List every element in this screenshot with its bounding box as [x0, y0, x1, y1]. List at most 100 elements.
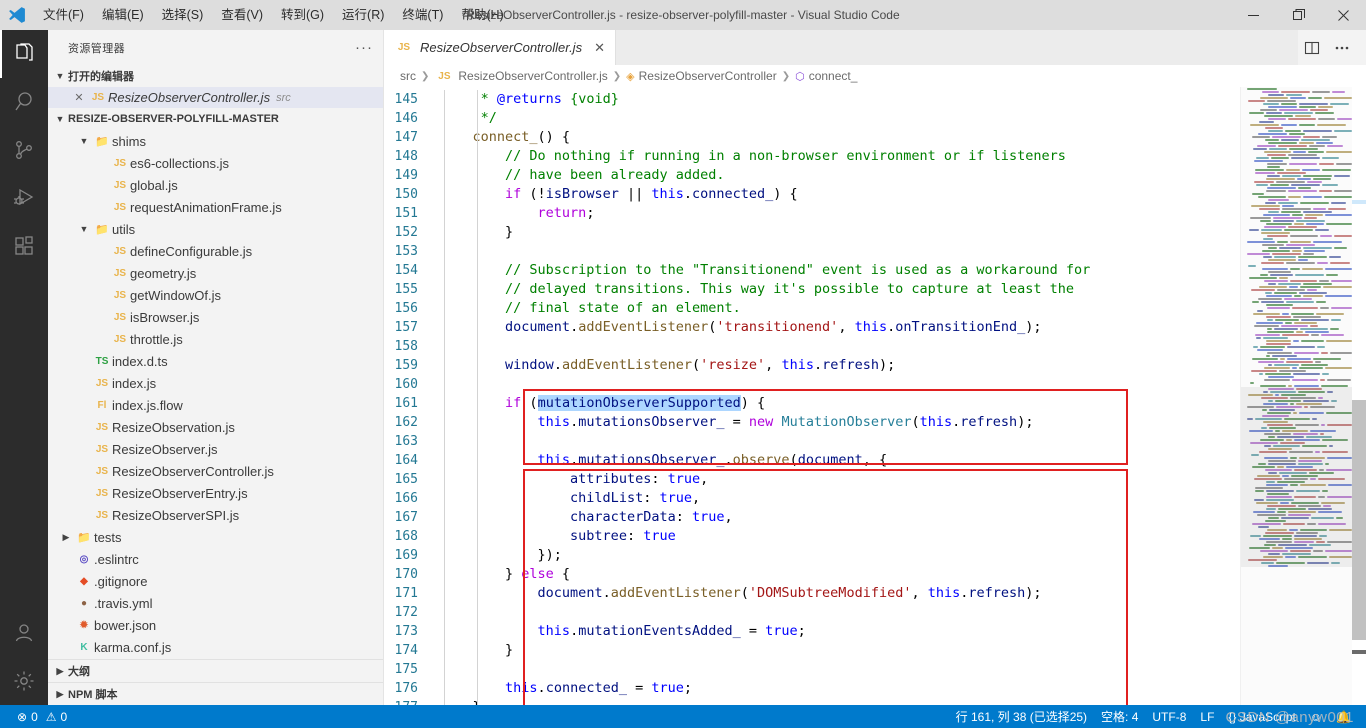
status-indentation[interactable]: 空格: 4: [1094, 705, 1145, 728]
code-line[interactable]: // final state of an element.: [440, 299, 1240, 318]
file-tree-item[interactable]: JS isBrowser.js: [48, 306, 383, 328]
code-line[interactable]: // Do nothing if running in a non-browse…: [440, 147, 1240, 166]
breadcrumb-item-file[interactable]: JS ResizeObserverController.js: [434, 69, 608, 83]
code-line[interactable]: // have been already added.: [440, 166, 1240, 185]
activity-run-debug-icon[interactable]: [0, 174, 48, 222]
chevron-down-icon[interactable]: ▼: [76, 136, 92, 146]
file-tree-item[interactable]: JS ResizeObserverSPI.js: [48, 504, 383, 526]
file-tree-item[interactable]: ● .travis.yml: [48, 592, 383, 614]
file-tree-item[interactable]: Kkarma.conf.js: [48, 636, 383, 658]
code-line[interactable]: this.mutationsObserver_ = new MutationOb…: [440, 413, 1240, 432]
menu-edit[interactable]: 编辑(E): [93, 0, 153, 30]
sidebar-more-actions-icon[interactable]: ···: [355, 40, 373, 55]
breadcrumb-item-method[interactable]: ⬡ connect_: [795, 69, 857, 83]
section-project-root[interactable]: ▼ RESIZE-OBSERVER-POLYFILL-MASTER: [48, 108, 383, 130]
activity-source-control-icon[interactable]: [0, 126, 48, 174]
code-line[interactable]: [440, 603, 1240, 622]
code-line[interactable]: if (!isBrowser || this.connected_) {: [440, 185, 1240, 204]
tab-resize-observer-controller[interactable]: JS ResizeObserverController.js ✕: [384, 30, 616, 65]
close-icon[interactable]: ✕: [70, 91, 88, 104]
activity-extensions-icon[interactable]: [0, 222, 48, 270]
code-line[interactable]: return;: [440, 204, 1240, 223]
file-tree-item[interactable]: JS ResizeObservation.js: [48, 416, 383, 438]
file-tree-item[interactable]: ▶ 📁 tests: [48, 526, 383, 548]
code-content[interactable]: * @returns {void} */ connect_() { // Do …: [440, 87, 1240, 705]
file-tree-item[interactable]: JS ResizeObserverEntry.js: [48, 482, 383, 504]
chevron-right-icon[interactable]: ▶: [58, 532, 74, 543]
activity-explorer-icon[interactable]: [0, 30, 48, 78]
ellipsis-icon[interactable]: [1328, 30, 1356, 65]
file-tree-item[interactable]: JS requestAnimationFrame.js: [48, 196, 383, 218]
close-button[interactable]: [1321, 0, 1366, 30]
code-line[interactable]: this.connected_ = true;: [440, 679, 1240, 698]
status-problems[interactable]: ⊗ 0 ⚠ 0: [10, 705, 74, 728]
menu-terminal[interactable]: 终端(T): [393, 0, 452, 30]
file-tree[interactable]: ▼ 📁 shims JS es6-collections.js JS global.js JS…: [48, 130, 383, 659]
file-tree-item[interactable]: ◎ .eslintrc: [48, 548, 383, 570]
code-editor[interactable]: 145 146 147 148 149 150 151 152 153 154 155 156 157 1…: [384, 87, 1366, 705]
code-line[interactable]: * @returns {void}: [440, 90, 1240, 109]
file-tree-item[interactable]: JS global.js: [48, 174, 383, 196]
code-line[interactable]: }: [440, 223, 1240, 242]
file-tree-item[interactable]: JS geometry.js: [48, 262, 383, 284]
activity-search-icon[interactable]: [0, 78, 48, 126]
code-line[interactable]: subtree: true: [440, 527, 1240, 546]
scrollbar-thumb[interactable]: [1352, 400, 1366, 640]
maximize-button[interactable]: [1276, 0, 1321, 30]
split-editor-icon[interactable]: [1298, 30, 1326, 65]
code-line[interactable]: this.mutationEventsAdded_ = true;: [440, 622, 1240, 641]
code-line[interactable]: document.addEventListener('DOMSubtreeMod…: [440, 584, 1240, 603]
code-line[interactable]: [440, 337, 1240, 356]
minimize-button[interactable]: [1231, 0, 1276, 30]
section-npm-scripts[interactable]: ▶ NPM 脚本: [48, 682, 383, 705]
code-line[interactable]: [440, 660, 1240, 679]
code-line[interactable]: } else {: [440, 565, 1240, 584]
chevron-down-icon[interactable]: ▼: [76, 224, 92, 234]
code-line[interactable]: [440, 432, 1240, 451]
activity-account-icon[interactable]: [0, 609, 48, 657]
code-lines[interactable]: * @returns {void} */ connect_() { // Do …: [440, 90, 1240, 705]
menu-selection[interactable]: 选择(S): [153, 0, 213, 30]
file-tree-item[interactable]: ▼ 📁 shims: [48, 130, 383, 152]
code-line[interactable]: attributes: true,: [440, 470, 1240, 489]
minimap-slider[interactable]: [1241, 387, 1352, 567]
code-line[interactable]: */: [440, 109, 1240, 128]
code-line[interactable]: }: [440, 698, 1240, 705]
status-encoding[interactable]: UTF-8: [1145, 705, 1193, 728]
file-tree-item[interactable]: TS index.d.ts: [48, 350, 383, 372]
file-tree-item[interactable]: JS defineConfigurable.js: [48, 240, 383, 262]
code-line[interactable]: this.mutationsObserver_.observe(document…: [440, 451, 1240, 470]
menu-file[interactable]: 文件(F): [34, 0, 93, 30]
breadcrumb-item-class[interactable]: ◈ ResizeObserverController: [626, 69, 777, 83]
menu-go[interactable]: 转到(G): [272, 0, 333, 30]
menu-help[interactable]: 帮助(H): [452, 0, 512, 30]
minimap[interactable]: [1240, 87, 1352, 705]
code-line[interactable]: // Subscription to the "Transitionend" e…: [440, 261, 1240, 280]
file-tree-item[interactable]: JS ResizeObserverController.js: [48, 460, 383, 482]
file-tree-item[interactable]: JS index.js: [48, 372, 383, 394]
menu-run[interactable]: 运行(R): [333, 0, 393, 30]
file-tree-item[interactable]: Fl index.js.flow: [48, 394, 383, 416]
code-line[interactable]: document.addEventListener('transitionend…: [440, 318, 1240, 337]
breadcrumb-item-src[interactable]: src: [400, 69, 416, 83]
file-tree-item[interactable]: JS getWindowOf.js: [48, 284, 383, 306]
section-outline[interactable]: ▶ 大纲: [48, 659, 383, 682]
file-tree-item[interactable]: JS es6-collections.js: [48, 152, 383, 174]
status-cursor-position[interactable]: 行 161, 列 38 (已选择25): [949, 705, 1094, 728]
code-line[interactable]: [440, 375, 1240, 394]
code-line[interactable]: if (mutationObserverSupported) {: [440, 394, 1240, 413]
code-line[interactable]: connect_() {: [440, 128, 1240, 147]
file-tree-item[interactable]: ◆ .gitignore: [48, 570, 383, 592]
code-line[interactable]: });: [440, 546, 1240, 565]
status-language-mode[interactable]: {} JavaScript: [1221, 705, 1302, 728]
file-tree-item[interactable]: ▼ 📁 utils: [48, 218, 383, 240]
feedback-smiley-icon[interactable]: ☺: [1303, 705, 1329, 728]
activity-settings-gear-icon[interactable]: [0, 657, 48, 705]
code-line[interactable]: characterData: true,: [440, 508, 1240, 527]
file-tree-item[interactable]: ✹ bower.json: [48, 614, 383, 636]
file-tree-item[interactable]: JS throttle.js: [48, 328, 383, 350]
code-line[interactable]: }: [440, 641, 1240, 660]
tab-close-icon[interactable]: ✕: [594, 40, 605, 56]
file-tree-item[interactable]: JS ResizeObserver.js: [48, 438, 383, 460]
notifications-bell-icon[interactable]: 🔔: [1329, 705, 1358, 728]
